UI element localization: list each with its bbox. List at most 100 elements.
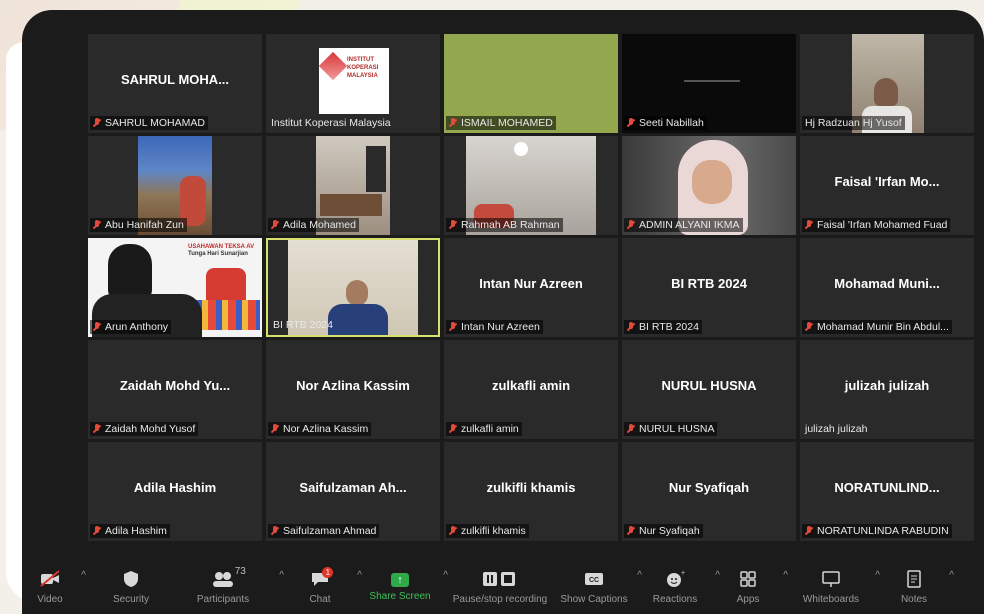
label-text: zulkafli amin xyxy=(461,423,519,435)
participant-label: julizah julizah xyxy=(802,422,870,436)
participant-tile[interactable]: Faisal 'Irfan Mo... Faisal 'Irfan Mohame… xyxy=(800,136,974,235)
participant-tile[interactable]: ISMAIL MOHAMED xyxy=(444,34,618,133)
participant-tile[interactable]: NURUL HUSNA NURUL HUSNA xyxy=(622,340,796,439)
label-text: Abu Hanifah Zun xyxy=(105,219,184,231)
participant-label: Intan Nur Azreen xyxy=(446,320,543,334)
participant-label: Seeti Nabillah xyxy=(624,116,707,130)
participant-name: NURUL HUSNA xyxy=(661,378,757,393)
share-screen-button[interactable]: ↑ Share Screen ^ xyxy=(364,562,448,602)
label-text: Adila Mohamed xyxy=(283,219,356,231)
svg-text:CC: CC xyxy=(589,577,599,584)
muted-mic-icon xyxy=(271,220,279,230)
participants-icon xyxy=(211,570,235,590)
participant-tile[interactable]: julizah julizah julizah julizah xyxy=(800,340,974,439)
participant-tile[interactable]: Zaidah Mohd Yu... Zaidah Mohd Yusof xyxy=(88,340,262,439)
chat-button[interactable]: 1 Chat ^ xyxy=(290,562,362,605)
label-text: Faisal 'Irfan Mohamed Fuad xyxy=(817,219,948,231)
video-button[interactable]: Video ^ xyxy=(26,562,86,605)
cc-icon: CC xyxy=(584,570,604,590)
whiteboard-icon xyxy=(821,570,841,590)
participant-label: Hj Radzuan Hj Yusof xyxy=(802,116,905,130)
participant-tile[interactable]: Saifulzaman Ah... Saifulzaman Ahmad xyxy=(266,442,440,541)
participant-label: Arun Anthony xyxy=(90,320,172,334)
chat-unread-badge: 1 xyxy=(322,567,334,578)
chevron-up-icon[interactable]: ^ xyxy=(443,570,448,581)
participant-label: SAHRUL MOHAMAD xyxy=(90,116,208,130)
participant-name: zulkafli amin xyxy=(491,378,571,393)
notes-button[interactable]: Notes ^ xyxy=(886,562,954,605)
muted-mic-icon xyxy=(627,424,635,434)
label-text: Saifulzaman Ahmad xyxy=(283,525,377,537)
share-screen-label: Share Screen xyxy=(369,591,431,602)
label-text: julizah julizah xyxy=(805,423,868,435)
muted-mic-icon xyxy=(805,220,813,230)
muted-mic-icon xyxy=(271,526,279,536)
participant-tile[interactable]: Rahmah AB Rahman xyxy=(444,136,618,235)
participant-tile[interactable]: INSTITUT KOPERASI MALAYSIA Institut Kope… xyxy=(266,34,440,133)
participant-tile[interactable]: USAHAWAN TEKSA AV Tunga Hari Sunarjian A… xyxy=(88,238,262,337)
participant-tile[interactable]: Mohamad Muni... Mohamad Munir Bin Abdul.… xyxy=(800,238,974,337)
participant-tile[interactable]: SAHRUL MOHA... SAHRUL MOHAMAD xyxy=(88,34,262,133)
participant-tile[interactable]: Adila Mohamed xyxy=(266,136,440,235)
participant-tile[interactable]: ADMIN ALYANI IKMA xyxy=(622,136,796,235)
muted-mic-icon xyxy=(805,526,813,536)
chevron-up-icon[interactable]: ^ xyxy=(949,570,954,581)
muted-mic-icon xyxy=(627,322,635,332)
participant-tile[interactable]: BI RTB 2024 BI RTB 2024 xyxy=(622,238,796,337)
apps-button[interactable]: Apps ^ xyxy=(720,562,788,605)
logo-text-3: MALAYSIA xyxy=(347,73,378,79)
label-text: ADMIN ALYANI IKMA xyxy=(639,219,740,231)
security-button[interactable]: Security xyxy=(88,562,174,605)
muted-mic-icon xyxy=(449,220,457,230)
participant-tile[interactable]: Nor Azlina Kassim Nor Azlina Kassim xyxy=(266,340,440,439)
active-speaker-tile[interactable]: BI RTB 2024 xyxy=(266,238,440,337)
muted-mic-icon xyxy=(449,526,457,536)
shield-icon xyxy=(123,570,139,590)
participant-label: BI RTB 2024 xyxy=(270,318,336,332)
muted-mic-icon xyxy=(93,118,101,128)
participant-label: zulkafli amin xyxy=(446,422,522,436)
label-text: Adila Hashim xyxy=(105,525,167,537)
participant-label: zulkifli khamis xyxy=(446,524,529,538)
participant-tile[interactable]: Intan Nur Azreen Intan Nur Azreen xyxy=(444,238,618,337)
participants-button[interactable]: 73 Participants ^ xyxy=(174,562,284,605)
participant-label: Adila Hashim xyxy=(90,524,170,538)
participant-tile[interactable]: zulkifli khamis zulkifli khamis xyxy=(444,442,618,541)
zoom-meeting-window: SAHRUL MOHA... SAHRUL MOHAMAD INSTITUT K… xyxy=(22,10,984,614)
participant-tile[interactable]: Hj Radzuan Hj Yusof xyxy=(800,34,974,133)
label-text: Institut Koperasi Malaysia xyxy=(271,117,391,129)
participant-label: Abu Hanifah Zun xyxy=(90,218,187,232)
muted-mic-icon xyxy=(93,424,101,434)
chevron-up-icon[interactable]: ^ xyxy=(279,570,284,581)
participant-label: ADMIN ALYANI IKMA xyxy=(624,218,743,232)
chevron-up-icon[interactable]: ^ xyxy=(783,570,788,581)
label-text: Zaidah Mohd Yusof xyxy=(105,423,196,435)
security-label: Security xyxy=(112,594,150,605)
muted-mic-icon xyxy=(449,118,457,128)
participant-tile[interactable]: Adila Hashim Adila Hashim xyxy=(88,442,262,541)
recording-button[interactable]: Pause/stop recording xyxy=(450,562,550,605)
captions-button[interactable]: CC Show Captions ^ xyxy=(558,562,642,605)
participant-label: Nur Syafiqah xyxy=(624,524,703,538)
chevron-up-icon[interactable]: ^ xyxy=(357,570,362,581)
participant-name: Adila Hashim xyxy=(133,480,217,495)
participant-label: NURUL HUSNA xyxy=(624,422,718,436)
chevron-up-icon[interactable]: ^ xyxy=(875,570,880,581)
label-text: BI RTB 2024 xyxy=(273,319,333,331)
svg-text:+: + xyxy=(681,570,685,577)
chevron-up-icon[interactable]: ^ xyxy=(81,570,86,581)
pause-stop-icon xyxy=(482,570,518,590)
participant-name: Zaidah Mohd Yu... xyxy=(119,378,231,393)
participants-label: Participants xyxy=(196,594,250,605)
label-text: Seeti Nabillah xyxy=(639,117,704,129)
whiteboards-button[interactable]: Whiteboards ^ xyxy=(794,562,880,605)
participant-tile[interactable]: Nur Syafiqah Nur Syafiqah xyxy=(622,442,796,541)
participant-tile[interactable]: Abu Hanifah Zun xyxy=(88,136,262,235)
participant-tile[interactable]: zulkafli amin zulkafli amin xyxy=(444,340,618,439)
participant-name: BI RTB 2024 xyxy=(671,276,747,291)
participant-label: Adila Mohamed xyxy=(268,218,359,232)
muted-mic-icon xyxy=(805,322,813,332)
participant-tile[interactable]: Seeti Nabillah xyxy=(622,34,796,133)
reactions-button[interactable]: + Reactions ^ xyxy=(642,562,720,605)
participant-tile[interactable]: NORATUNLIND... NORATUNLINDA RABUDIN xyxy=(800,442,974,541)
